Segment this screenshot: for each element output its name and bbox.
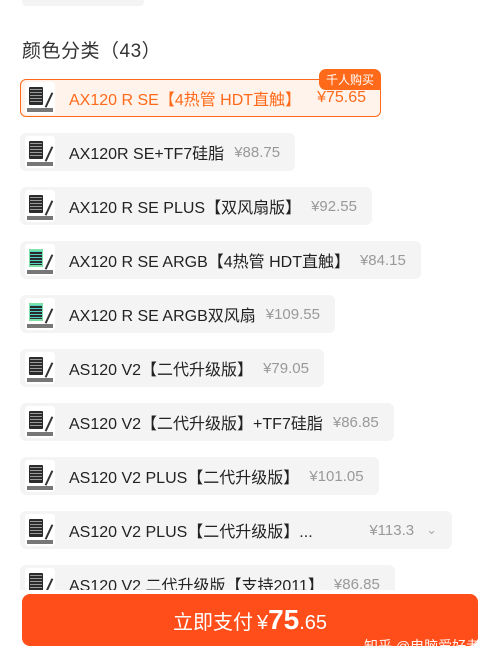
variant-option[interactable]: AS120 V2 PLUS【二代升级版】 ¥101.05: [20, 457, 379, 495]
variant-name: AS120 V2 PLUS【二代升级版】...: [69, 524, 313, 541]
variant-option[interactable]: AS120 V2【二代升级版】+TF7硅脂 ¥86.85: [20, 403, 394, 441]
product-thumbnail: [25, 298, 55, 330]
chevron-down-icon[interactable]: ⌄: [426, 522, 437, 538]
product-thumbnail: [25, 244, 55, 276]
pay-button-label: 立即支付: [172, 612, 253, 634]
variant-name: AS120 V2 二代升级版【支持2011】: [69, 578, 324, 590]
variant-name: AX120 R SE ARGB【4热管 HDT直触】: [69, 254, 350, 271]
variant-price: ¥113.3: [369, 521, 415, 539]
variant-price: ¥88.75: [234, 143, 281, 161]
variant-option[interactable]: AS120 V2 二代升级版【支持2011】 ¥86.85: [20, 565, 395, 590]
popular-badge: 千人购买: [318, 69, 381, 90]
currency-symbol: ¥: [256, 612, 269, 634]
variant-price: ¥86.85: [332, 413, 379, 431]
product-thumbnail: [25, 190, 55, 222]
variant-option[interactable]: AS120 V2 PLUS【二代升级版】... ¥113.3 ⌄: [20, 511, 452, 549]
variant-name: AX120 R SE ARGB双风扇: [69, 308, 256, 325]
variant-option[interactable]: AS120 V2【二代升级版】 ¥79.05: [20, 349, 324, 387]
variant-name: AS120 V2【二代升级版】: [69, 362, 254, 379]
variant-price: ¥75.65: [317, 89, 366, 106]
product-thumbnail: [25, 514, 55, 546]
variant-price: ¥109.55: [265, 305, 320, 323]
variant-option[interactable]: AX120 R SE ARGB【4热管 HDT直触】 ¥84.15: [20, 241, 421, 279]
variant-option-selected[interactable]: AX120 R SE【4热管 HDT直触】 ¥75.65 千人购买: [20, 69, 381, 117]
section-title: 颜色分类（43）: [22, 41, 162, 62]
product-thumbnail: [25, 406, 55, 438]
variant-price: ¥84.15: [359, 251, 406, 269]
variant-option[interactable]: AX120R SE+TF7硅脂 ¥88.75: [20, 133, 296, 171]
variant-name: AX120 R SE PLUS【双风扇版】: [69, 200, 302, 217]
pay-amount-integer: 75: [268, 604, 300, 635]
variant-price: ¥86.85: [333, 575, 380, 591]
variant-price: ¥101.05: [309, 467, 364, 485]
watermark: 知乎 @电脑爱好者: [364, 638, 481, 654]
product-thumbnail: [25, 82, 55, 114]
variant-list[interactable]: 颜色分类（43） AX120 R SE【4热管 HDT直触】 ¥75.65 千人…: [0, 0, 500, 590]
product-thumbnail: [25, 352, 55, 384]
variant-name: AX120 R SE【4热管 HDT直触】: [69, 92, 302, 109]
variant-option[interactable]: AX120 R SE PLUS【双风扇版】 ¥92.55: [20, 187, 372, 225]
variant-option[interactable]: AX120 R SE ARGB双风扇 ¥109.55: [20, 295, 335, 333]
product-thumbnail: [25, 136, 55, 168]
variant-name: AS120 V2【二代升级版】+TF7硅脂: [69, 416, 323, 433]
variant-price: ¥79.05: [263, 359, 309, 377]
variant-name: AX120R SE+TF7硅脂: [69, 146, 225, 163]
product-thumbnail: [25, 460, 55, 492]
product-thumbnail: [25, 568, 55, 590]
variant-price: ¥92.55: [311, 197, 357, 215]
pay-amount-decimal: .65: [299, 612, 328, 634]
variant-name: AS120 V2 PLUS【二代升级版】: [69, 470, 300, 487]
